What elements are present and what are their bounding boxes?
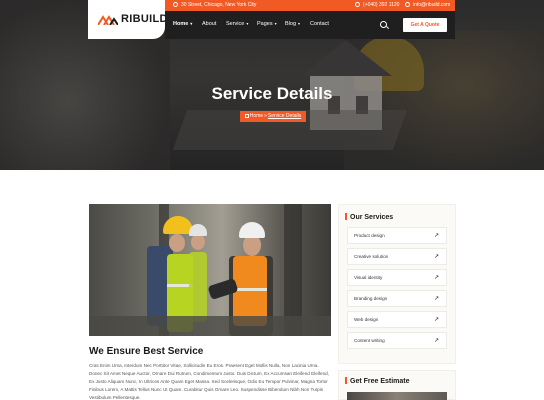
breadcrumb-separator: » [264,113,267,119]
home-icon [244,113,249,118]
services-widget: Our Services Product design ↗ Creative s… [338,204,456,364]
email-info[interactable]: info@ribuild.com [405,1,450,10]
arrow-up-right-icon: ↗ [433,296,439,302]
nav-service[interactable]: Service ▾ [226,21,248,27]
address-info: 30 Street, Chicago, New York City [173,1,256,10]
nav-about[interactable]: About [202,21,216,27]
chevron-down-icon: ▾ [246,21,249,26]
logo[interactable]: RIBUILD [88,0,168,39]
get-quote-button[interactable]: Get A Quote [403,18,447,32]
service-label: Product design [354,233,385,238]
nav-pages[interactable]: Pages ▾ [257,21,277,27]
chevron-down-icon: ▾ [274,21,277,26]
breadcrumb: Home»Service Details [240,111,306,122]
email-text[interactable]: info@ribuild.com [413,2,450,8]
service-label: Branding design [354,296,388,301]
chevron-down-icon: ▾ [298,21,301,26]
service-label: Visual identity [354,275,383,280]
service-label: Content writing [354,338,385,343]
nav-contact[interactable]: Contact [310,21,329,27]
estimate-image [347,392,447,400]
main-nav: Home ▾ About Service ▾ Pages ▾ Blog ▾ Contac… [165,11,455,39]
arrow-up-right-icon: ↗ [433,233,439,239]
breadcrumb-home-link[interactable]: Home [250,113,263,119]
estimate-widget-title: Get Free Estimate [345,377,410,385]
location-icon [173,2,178,7]
logo-text: RIBUILD [121,13,168,25]
service-link-branding-design[interactable]: Branding design ↗ [347,290,447,307]
nav-home[interactable]: Home ▾ [173,21,192,27]
estimate-widget: Get Free Estimate [338,370,456,400]
arrow-up-right-icon: ↗ [433,254,439,260]
phone-icon [355,2,360,7]
services-widget-title: Our Services [345,213,393,221]
service-link-visual-identity[interactable]: Visual identity ↗ [347,269,447,286]
top-info-bar: 30 Street, Chicago, New York City (+040)… [165,0,455,11]
arrow-up-right-icon: ↗ [433,338,439,344]
service-link-web-design[interactable]: Web design ↗ [347,311,447,328]
phone-text[interactable]: (+040) 392 1120 [363,2,399,8]
service-link-creative-solution[interactable]: Creative solution ↗ [347,248,447,265]
service-label: Creative solution [354,254,389,259]
nav-blog[interactable]: Blog ▾ [285,21,300,27]
search-icon[interactable] [380,21,387,28]
section-heading: We Ensure Best Service [89,346,204,357]
section-paragraph: Cras Enim Urna, Interdum Nec Porttitor V… [89,363,330,400]
phone-info[interactable]: (+040) 392 1120 [355,1,399,10]
mail-icon [405,2,410,7]
arrow-up-right-icon: ↗ [433,317,439,323]
address-text: 30 Street, Chicago, New York City [181,2,257,8]
service-link-product-design[interactable]: Product design ↗ [347,227,447,244]
breadcrumb-current: Service Details [267,113,302,119]
service-link-content-writing[interactable]: Content writing ↗ [347,332,447,349]
arrow-up-right-icon: ↗ [433,275,439,281]
workers-photo [89,204,331,336]
chevron-down-icon: ▾ [190,21,193,26]
service-label: Web design [354,317,379,322]
page-title: Service Details [211,84,333,103]
logo-mark-icon [98,15,118,25]
